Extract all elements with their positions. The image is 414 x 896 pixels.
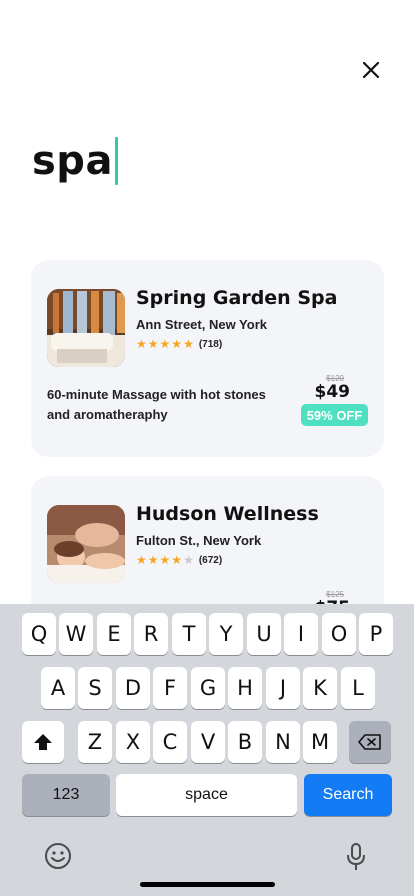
search-input[interactable]: spa: [32, 132, 118, 190]
key-b[interactable]: B: [228, 721, 262, 763]
rating: ★ ★ ★ ★ ★ (718): [136, 337, 222, 351]
close-icon: [362, 61, 380, 79]
search-key[interactable]: Search: [304, 774, 392, 816]
star-icon: ★: [171, 337, 183, 351]
review-count: (672): [198, 554, 223, 566]
star-icon: ★: [136, 553, 147, 567]
key-n[interactable]: N: [266, 721, 300, 763]
result-card[interactable]: Spring Garden Spa Ann Street, New York ★…: [31, 260, 384, 457]
key-j[interactable]: J: [266, 667, 300, 709]
key-k[interactable]: K: [303, 667, 337, 709]
review-count: (718): [198, 338, 223, 350]
key-d[interactable]: D: [116, 667, 150, 709]
key-e[interactable]: E: [97, 613, 131, 655]
massage-image: [47, 505, 125, 583]
star-icon: ★: [159, 553, 171, 567]
key-s[interactable]: S: [78, 667, 112, 709]
microphone-icon: [347, 843, 365, 870]
business-address: Ann Street, New York: [136, 317, 267, 332]
discount-badge: 59% OFF: [301, 404, 368, 426]
star-icon: ★: [136, 337, 147, 351]
key-x[interactable]: X: [116, 721, 150, 763]
delete-key[interactable]: [349, 721, 391, 763]
business-name: Hudson Wellness: [136, 503, 319, 525]
key-y[interactable]: Y: [209, 613, 243, 655]
key-l[interactable]: L: [341, 667, 375, 709]
shift-icon: [34, 734, 52, 750]
key-p[interactable]: P: [359, 613, 393, 655]
key-g[interactable]: G: [191, 667, 225, 709]
key-h[interactable]: H: [228, 667, 262, 709]
key-o[interactable]: O: [322, 613, 356, 655]
emoji-button[interactable]: [44, 842, 72, 875]
keyboard: Q W E R T Y U I O P A S D F G H J K L Z …: [0, 604, 414, 896]
key-f[interactable]: F: [153, 667, 187, 709]
key-i[interactable]: I: [284, 613, 318, 655]
key-z[interactable]: Z: [78, 721, 112, 763]
star-icon: ★: [183, 553, 194, 567]
space-key[interactable]: space: [116, 774, 297, 816]
text-caret: [114, 137, 118, 185]
deal-description: 60-minute Massage with hot stones and ar…: [47, 387, 266, 422]
home-indicator[interactable]: [140, 882, 275, 887]
key-w[interactable]: W: [59, 613, 93, 655]
dictation-button[interactable]: [345, 842, 367, 877]
star-icon: ★: [183, 337, 194, 351]
close-button[interactable]: [358, 57, 384, 83]
shift-key[interactable]: [22, 721, 64, 763]
key-q[interactable]: Q: [22, 613, 56, 655]
delete-icon: [358, 734, 381, 750]
spa-room-image: [47, 289, 125, 367]
numbers-key[interactable]: 123: [22, 774, 110, 816]
star-rating: ★ ★ ★ ★ ★: [136, 553, 195, 567]
star-icon: ★: [159, 337, 171, 351]
key-t[interactable]: T: [172, 613, 206, 655]
key-r[interactable]: R: [134, 613, 168, 655]
key-m[interactable]: M: [303, 721, 337, 763]
business-address: Fulton St., New York: [136, 533, 262, 548]
star-icon: ★: [171, 553, 183, 567]
business-name: Spring Garden Spa: [136, 287, 338, 309]
search-query: spa: [32, 138, 113, 184]
star-icon: ★: [147, 337, 159, 351]
key-a[interactable]: A: [41, 667, 75, 709]
star-rating: ★ ★ ★ ★ ★: [136, 337, 195, 351]
key-u[interactable]: U: [247, 613, 281, 655]
key-c[interactable]: C: [153, 721, 187, 763]
emoji-icon: [45, 843, 71, 869]
star-icon: ★: [147, 553, 159, 567]
rating: ★ ★ ★ ★ ★ (672): [136, 553, 222, 567]
deal-price: $49: [314, 382, 351, 402]
key-v[interactable]: V: [191, 721, 225, 763]
